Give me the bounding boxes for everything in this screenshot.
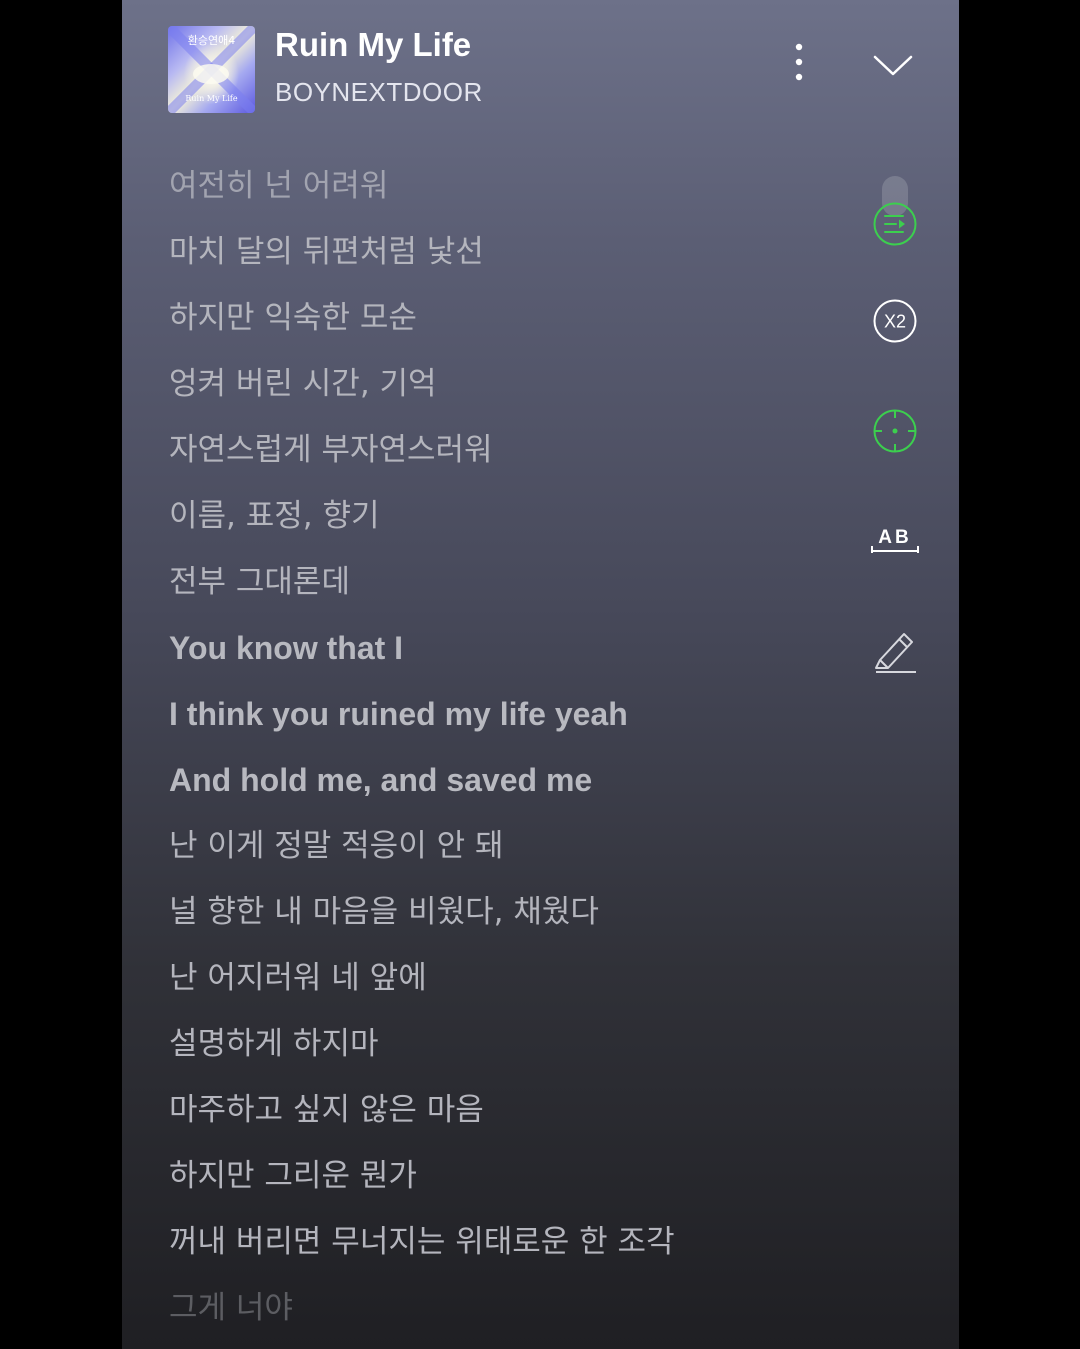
ab-repeat-button[interactable]: AB [870, 520, 920, 558]
artist-name[interactable]: BOYNEXTDOOR [275, 77, 483, 108]
lyric-line[interactable]: 전부 그대론데 [169, 556, 809, 622]
highlighter-icon [875, 633, 916, 673]
speed-label: X2 [884, 312, 906, 332]
lyric-line[interactable]: And hold me, and saved me [169, 754, 809, 820]
lyric-line[interactable]: 널 향한 내 마음을 비웠다, 채웠다 [169, 886, 809, 952]
speed-x2-icon: X2 [873, 299, 917, 343]
album-art[interactable]: 환승연애4 Ruin My Life [168, 26, 255, 113]
lyric-line[interactable]: 그게 너야 [169, 1282, 809, 1348]
more-vertical-icon [795, 43, 803, 81]
song-title[interactable]: Ruin My Life [275, 26, 471, 64]
crosshair-icon [873, 409, 917, 453]
lyric-line[interactable]: I think you ruined my life yeah [169, 688, 809, 754]
lyrics-list[interactable]: 여전히 넌 어려워 마치 달의 뒤편처럼 낯선 하지만 익숙한 모순 엉켜 버린… [169, 160, 809, 1348]
more-options-button[interactable] [784, 40, 814, 88]
speed-x2-button[interactable]: X2 [872, 298, 918, 344]
lyric-line[interactable]: 하지만 익숙한 모순 [169, 292, 809, 358]
collapse-button[interactable] [870, 45, 916, 85]
lyric-line[interactable]: 자연스럽게 부자연스러워 [169, 424, 809, 490]
focus-button[interactable] [872, 408, 918, 454]
lyric-line[interactable]: You know that I [169, 622, 809, 688]
playlist-play-button[interactable] [872, 201, 918, 247]
lyric-line[interactable]: 마치 달의 뒤편처럼 낯선 [169, 226, 809, 292]
lyric-line[interactable]: 마주하고 싶지 않은 마음 [169, 1084, 809, 1150]
chevron-down-icon [873, 55, 913, 76]
album-art-top-text: 환승연애4 [187, 34, 236, 47]
ab-repeat-icon: AB [871, 527, 919, 553]
lyric-line[interactable]: 하지만 그리운 뭔가 [169, 1150, 809, 1216]
playlist-play-icon [873, 202, 917, 246]
lyric-line[interactable]: 난 이게 정말 적응이 안 돼 [169, 820, 809, 886]
lyrics-screen: 환승연애4 Ruin My Life Ruin My Life BOYNEXTD… [122, 0, 959, 1349]
lyric-line[interactable]: 여전히 넌 어려워 [169, 160, 809, 226]
lyric-line[interactable]: 엉켜 버린 시간, 기억 [169, 358, 809, 424]
album-art-bottom-text: Ruin My Life [185, 94, 238, 103]
ab-repeat-label: AB [878, 527, 911, 548]
lyric-line[interactable]: 설명하게 하지마 [169, 1018, 809, 1084]
lyric-line[interactable]: 난 어지러워 네 앞에 [169, 952, 809, 1018]
lyric-line[interactable]: 이름, 표정, 향기 [169, 490, 809, 556]
lyric-line[interactable]: 꺼내 버리면 무너지는 위태로운 한 조각 [169, 1216, 809, 1282]
highlight-button[interactable] [872, 624, 920, 676]
